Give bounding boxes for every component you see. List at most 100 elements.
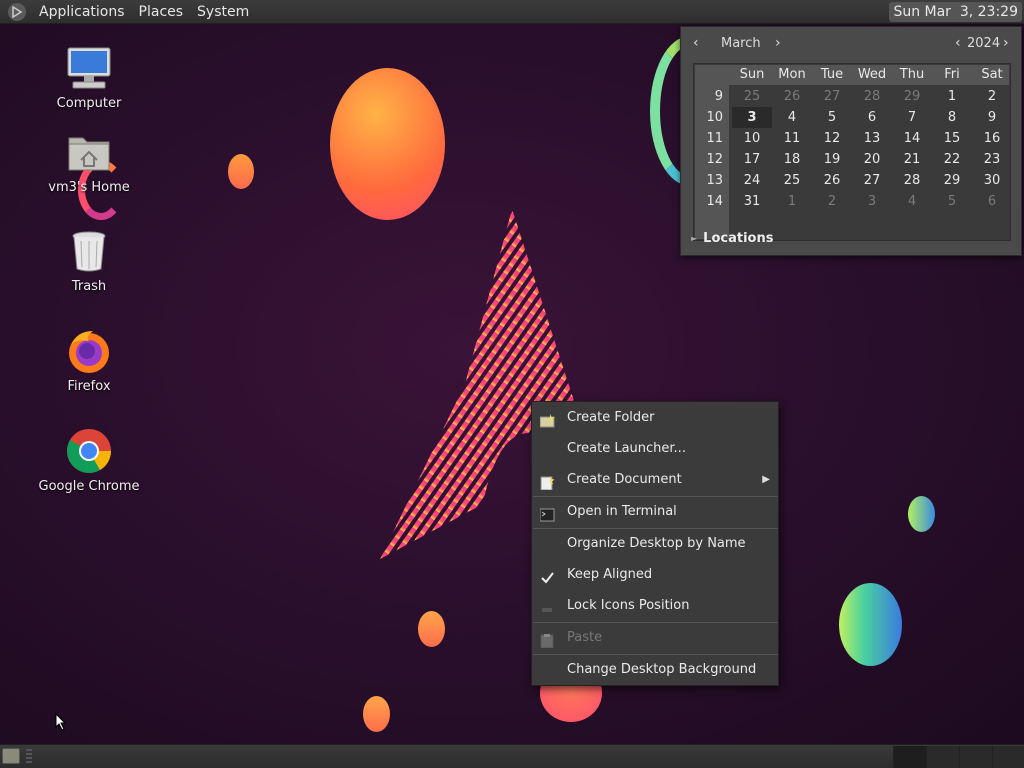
workspace-1[interactable] xyxy=(893,746,926,768)
menu-item-create-launcher[interactable]: Create Launcher... xyxy=(532,435,778,463)
chrome-icon xyxy=(65,427,113,475)
desktop-icon-chrome[interactable]: Google Chrome xyxy=(29,427,149,494)
calendar-day[interactable]: 15 xyxy=(932,128,972,149)
paste-icon xyxy=(540,631,555,649)
calendar-day[interactable]: 18 xyxy=(772,149,812,170)
calendar-day[interactable]: 1 xyxy=(772,191,812,212)
weekday-header: Thu xyxy=(899,67,925,82)
calendar-day[interactable]: 12 xyxy=(812,128,852,149)
system-menu[interactable]: System xyxy=(190,0,256,24)
menu-item-label: Keep Aligned xyxy=(567,567,653,582)
calendar-day[interactable]: 26 xyxy=(812,170,852,191)
calendar-popup: ‹ March › ‹ 2024 › Sun Mon Tue Wed Thu Fri Sat… xyxy=(680,26,1022,256)
calendar-day[interactable]: 21 xyxy=(892,149,932,170)
calendar-day[interactable]: 27 xyxy=(852,170,892,191)
menu-item-change-background[interactable]: Change Desktop Background xyxy=(532,656,778,684)
calendar-day[interactable]: 9 xyxy=(972,107,1012,128)
menu-item-organize-desktop[interactable]: Organize Desktop by Name xyxy=(532,530,778,558)
prev-year-button[interactable]: ‹ xyxy=(955,35,961,51)
panel-handle[interactable] xyxy=(26,749,32,763)
decor-small-orange-dot xyxy=(228,154,254,189)
weekday-header: Tue xyxy=(820,67,844,82)
calendar-day[interactable]: 11 xyxy=(772,128,812,149)
calendar-day[interactable]: 28 xyxy=(892,170,932,191)
clock[interactable]: Sun Mar 3, 23:29 xyxy=(889,2,1022,22)
weekday-header: Sun xyxy=(739,67,765,82)
calendar-day[interactable]: 24 xyxy=(732,170,772,191)
calendar-day[interactable]: 29 xyxy=(932,170,972,191)
show-desktop-icon[interactable] xyxy=(2,748,20,764)
week-number: 11 xyxy=(706,131,723,146)
workspace-2[interactable] xyxy=(926,746,959,768)
desktop-icon-firefox[interactable]: Firefox xyxy=(29,327,149,394)
calendar-day[interactable]: 19 xyxy=(812,149,852,170)
lock-icon xyxy=(540,599,555,613)
week-number: 14 xyxy=(706,194,723,209)
calendar-day[interactable]: 20 xyxy=(852,149,892,170)
calendar-day[interactable]: 17 xyxy=(732,149,772,170)
next-month-button[interactable]: › xyxy=(775,35,781,51)
menu-separator xyxy=(533,622,778,623)
trash-icon xyxy=(65,227,113,275)
calendar-day[interactable]: 5 xyxy=(812,107,852,128)
workspace-4[interactable] xyxy=(992,746,1024,768)
desktop-icon-computer[interactable]: Computer xyxy=(29,44,149,111)
distro-logo-icon[interactable] xyxy=(8,2,26,21)
calendar-day[interactable]: 28 xyxy=(852,86,892,107)
calendar-day[interactable]: 4 xyxy=(892,191,932,212)
calendar-day[interactable]: 1 xyxy=(932,86,972,107)
applications-menu[interactable]: Applications xyxy=(32,0,132,24)
places-menu[interactable]: Places xyxy=(132,0,191,24)
calendar-day[interactable]: 23 xyxy=(972,149,1012,170)
decor-teal-dot xyxy=(908,496,935,532)
calendar-day[interactable]: 31 xyxy=(732,191,772,212)
calendar-day[interactable]: 14 xyxy=(892,128,932,149)
menu-item-label: Lock Icons Position xyxy=(567,598,690,613)
calendar-day[interactable]: 8 xyxy=(932,107,972,128)
menu-item-label: Create Folder xyxy=(567,410,655,425)
decor-orange-ellipse xyxy=(330,68,445,220)
computer-icon xyxy=(65,44,113,92)
calendar-day[interactable]: 6 xyxy=(852,107,892,128)
terminal-icon xyxy=(539,505,555,522)
mouse-pointer-icon xyxy=(55,713,67,731)
calendar-day[interactable]: 25 xyxy=(772,170,812,191)
calendar-day[interactable]: 29 xyxy=(892,86,932,107)
desktop-icon-home[interactable]: vm3's Home xyxy=(29,128,149,195)
workspace-3[interactable] xyxy=(959,746,992,768)
menu-item-lock-icons[interactable]: Lock Icons Position xyxy=(532,592,778,620)
calendar-day[interactable]: 6 xyxy=(972,191,1012,212)
menu-item-create-document[interactable]: Create Document ▶ xyxy=(532,466,778,494)
calendar-day[interactable]: 13 xyxy=(852,128,892,149)
calendar-day[interactable]: 3 xyxy=(732,107,772,128)
calendar-day[interactable]: 3 xyxy=(852,191,892,212)
menu-item-label: Create Document xyxy=(567,472,682,487)
calendar-day[interactable]: 2 xyxy=(972,86,1012,107)
menu-item-open-terminal[interactable]: Open in Terminal xyxy=(532,498,778,526)
calendar-day[interactable]: 30 xyxy=(972,170,1012,191)
prev-month-button[interactable]: ‹ xyxy=(693,35,699,51)
calendar-header: ‹ March › ‹ 2024 › xyxy=(691,33,1011,55)
calendar-day[interactable]: 22 xyxy=(932,149,972,170)
calendar-day[interactable]: 16 xyxy=(972,128,1012,149)
calendar-day[interactable]: 4 xyxy=(772,107,812,128)
calendar-day[interactable]: 10 xyxy=(732,128,772,149)
calendar-day[interactable]: 25 xyxy=(732,86,772,107)
calendar-day[interactable]: 2 xyxy=(812,191,852,212)
locations-expander[interactable]: ► Locations xyxy=(691,231,773,246)
menu-item-paste[interactable]: Paste xyxy=(532,624,778,652)
calendar-day[interactable]: 27 xyxy=(812,86,852,107)
menu-separator xyxy=(533,528,778,529)
firefox-icon xyxy=(65,327,113,375)
weekday-header: Fri xyxy=(944,67,960,82)
calendar-day[interactable]: 26 xyxy=(772,86,812,107)
menu-item-create-folder[interactable]: Create Folder xyxy=(532,404,778,432)
top-panel: Applications Places System Sun Mar 3, 23… xyxy=(0,0,1024,24)
next-year-button[interactable]: › xyxy=(1003,35,1009,51)
desktop-icon-trash[interactable]: Trash xyxy=(29,227,149,294)
calendar-day[interactable]: 5 xyxy=(932,191,972,212)
menu-item-keep-aligned[interactable]: Keep Aligned xyxy=(532,561,778,589)
weekday-header: Sat xyxy=(981,67,1003,82)
desktop-icon-label: Computer xyxy=(56,96,122,111)
calendar-day[interactable]: 7 xyxy=(892,107,932,128)
